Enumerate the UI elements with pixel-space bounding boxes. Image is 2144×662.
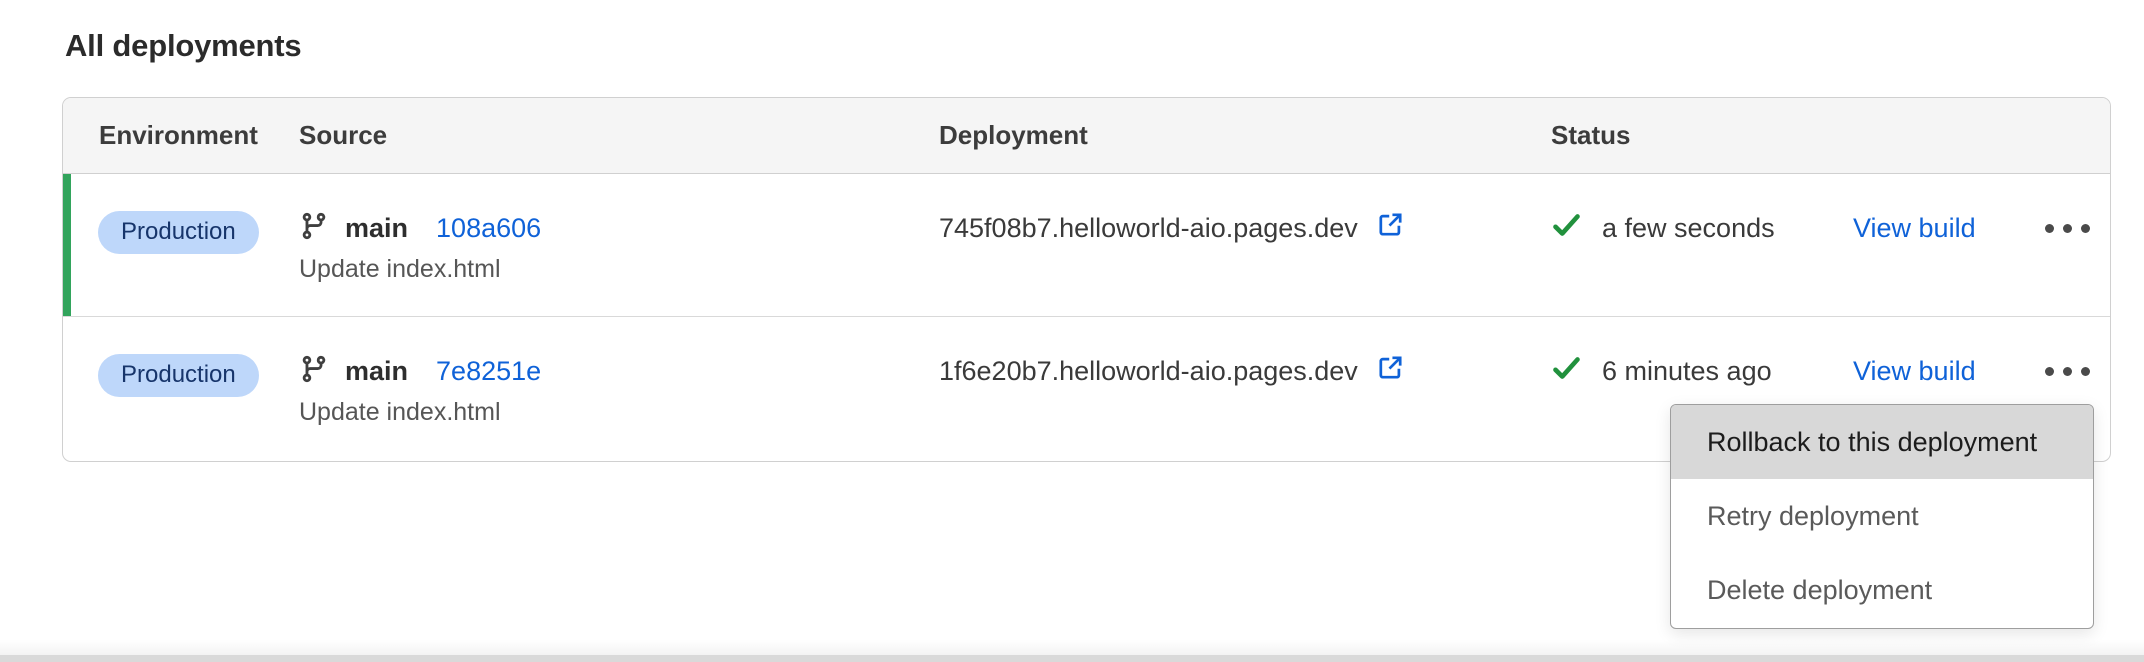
git-branch-icon	[299, 354, 329, 389]
check-icon	[1551, 352, 1602, 390]
page-title: All deployments	[65, 28, 301, 64]
commit-message: Update index.html	[299, 257, 939, 282]
environment-badge: Production	[98, 211, 259, 254]
menu-item-rollback[interactable]: Rollback to this deployment	[1671, 405, 2093, 479]
check-icon	[1551, 209, 1602, 247]
deployment-url: 1f6e20b7.helloworld-aio.pages.dev	[939, 356, 1358, 387]
view-build-link[interactable]: View build	[1853, 356, 1976, 387]
column-header-environment: Environment	[63, 120, 299, 151]
deployment-url: 745f08b7.helloworld-aio.pages.dev	[939, 213, 1358, 244]
menu-item-retry[interactable]: Retry deployment	[1671, 479, 2093, 553]
environment-badge: Production	[98, 354, 259, 397]
commit-link[interactable]: 108a606	[436, 213, 541, 244]
external-link-icon[interactable]	[1358, 209, 1406, 247]
commit-message: Update index.html	[299, 400, 939, 425]
section-bottom-divider	[0, 640, 2144, 662]
commit-link[interactable]: 7e8251e	[436, 356, 541, 387]
status-time: 6 minutes ago	[1602, 356, 1772, 387]
branch-name: main	[345, 356, 408, 387]
git-branch-icon	[299, 211, 329, 246]
column-header-status: Status	[1551, 120, 2110, 151]
view-build-link[interactable]: View build	[1853, 213, 1976, 244]
ellipsis-icon[interactable]	[2043, 218, 2092, 239]
deployment-context-menu: Rollback to this deployment Retry deploy…	[1670, 404, 2094, 629]
external-link-icon[interactable]	[1358, 352, 1406, 390]
ellipsis-icon[interactable]	[2043, 361, 2092, 382]
branch-name: main	[345, 213, 408, 244]
menu-item-delete[interactable]: Delete deployment	[1671, 554, 2093, 628]
status-time: a few seconds	[1602, 213, 1775, 244]
table-header-row: Environment Source Deployment Status	[63, 98, 2110, 174]
column-header-deployment: Deployment	[939, 120, 1551, 151]
table-row: Production main 108a606 Update index.htm…	[63, 174, 2110, 317]
column-header-source: Source	[299, 120, 939, 151]
